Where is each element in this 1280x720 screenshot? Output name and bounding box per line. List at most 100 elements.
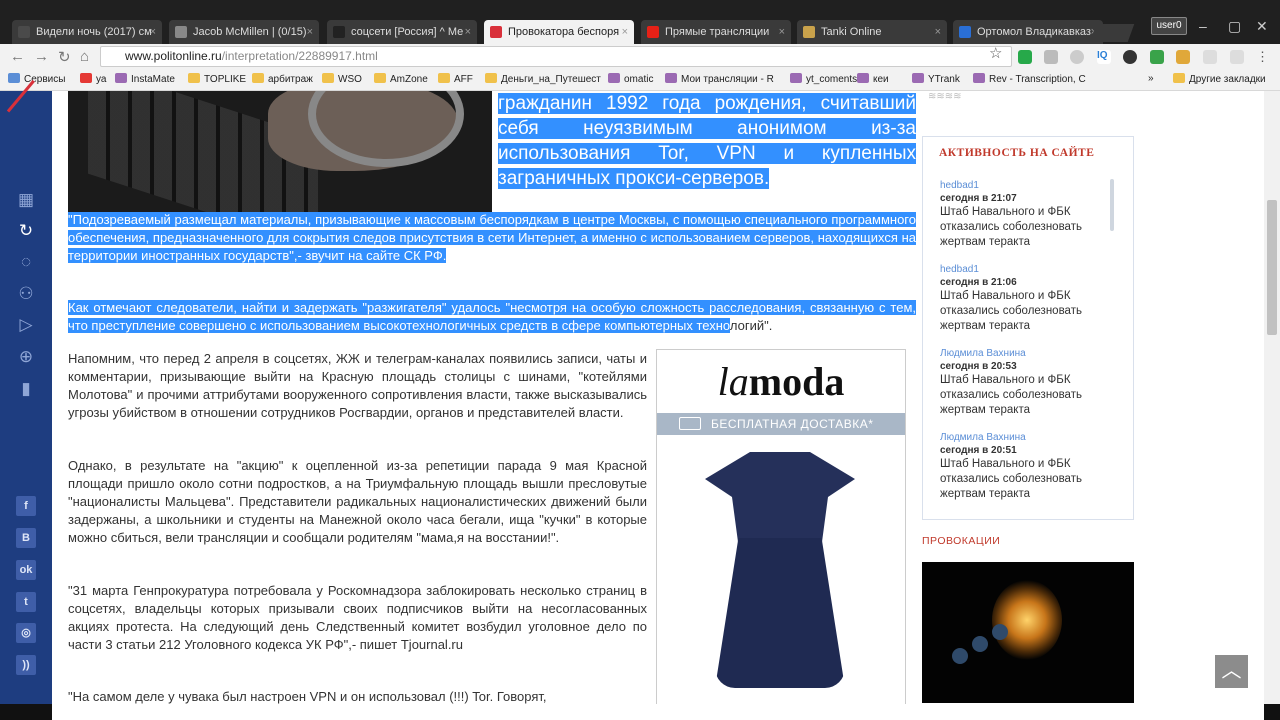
bookmark-favicon-icon xyxy=(912,73,924,83)
dress-image xyxy=(705,452,855,542)
tab-close-icon[interactable]: × xyxy=(779,20,785,44)
tab-favicon-icon xyxy=(175,26,187,38)
tab-close-icon[interactable]: × xyxy=(622,20,628,44)
extension-icon[interactable] xyxy=(1070,50,1084,64)
maximize-icon[interactable]: ▢ xyxy=(1228,18,1241,35)
activity-article-link[interactable]: Штаб Навального и ФБК отказались соболез… xyxy=(940,457,1110,502)
tab-close-icon[interactable]: × xyxy=(465,20,471,44)
bookmark-favicon-icon xyxy=(665,73,677,83)
stats-icon[interactable]: ▮ xyxy=(14,377,38,401)
bookmark-item[interactable]: yt_coments xyxy=(790,73,857,85)
tab-close-icon[interactable]: × xyxy=(150,20,156,44)
quote-rest-text: логий". xyxy=(729,318,773,333)
facebook-icon[interactable]: f xyxy=(16,496,36,516)
close-window-icon[interactable]: ✕ xyxy=(1256,18,1268,35)
bookmark-item[interactable]: кеи xyxy=(857,73,889,85)
browser-tab[interactable]: Tanki Online × xyxy=(797,20,947,44)
bookmark-item[interactable]: Деньги_на_Путешест xyxy=(485,73,601,85)
bookmark-item[interactable]: уа xyxy=(80,73,106,85)
tab-close-icon[interactable]: × xyxy=(935,20,941,44)
reload-icon[interactable]: ↻ xyxy=(58,48,71,66)
activity-article-link[interactable]: Штаб Навального и ФБК отказались соболез… xyxy=(940,289,1110,334)
bookmark-item[interactable]: арбитраж xyxy=(252,73,313,85)
refresh-icon[interactable]: ↻ xyxy=(14,219,38,243)
bookmark-label: WSO xyxy=(338,74,362,85)
play-icon[interactable]: ▷ xyxy=(14,313,38,337)
minimize-icon[interactable]: – xyxy=(1199,18,1207,34)
scroll-to-top-button[interactable]: ︿ xyxy=(1215,655,1248,688)
activity-user-link[interactable]: hedbad1 xyxy=(940,263,1110,276)
quote-text: "Подозреваемый размещал материалы, призы… xyxy=(68,212,916,263)
browser-tab[interactable]: соцсети [Россия] ^ Ме × xyxy=(327,20,477,44)
chat-icon[interactable]: ◌ xyxy=(14,250,38,274)
address-bar[interactable]: www.politonline.ru/interpretation/228899… xyxy=(100,46,1012,67)
instagram-icon[interactable]: ◎ xyxy=(16,623,36,643)
menu-icon[interactable]: ⋮ xyxy=(1256,50,1270,64)
extension-icon[interactable] xyxy=(1176,50,1190,64)
forward-icon[interactable]: → xyxy=(34,48,49,65)
body-paragraph: Напомним, что перед 2 апреля в соцсетях,… xyxy=(68,351,647,420)
bookmark-star-icon[interactable]: ☆ xyxy=(989,44,1002,62)
new-tab-button[interactable] xyxy=(1089,24,1135,42)
bookmark-item[interactable]: AmZone xyxy=(374,73,428,85)
extension-iq-icon[interactable]: IQ xyxy=(1097,50,1111,64)
extension-icon[interactable] xyxy=(1044,50,1058,64)
browser-tab[interactable]: Провокатора беспоря × xyxy=(484,20,634,44)
page-scrollbar-thumb[interactable] xyxy=(1267,200,1277,335)
extension-icon[interactable] xyxy=(1203,50,1217,64)
bookmarks-more-button[interactable]: » xyxy=(1148,73,1154,84)
provocations-section-label[interactable]: ПРОВОКАЦИИ xyxy=(922,535,1000,547)
grid-icon[interactable]: ▦ xyxy=(14,188,38,212)
bookmark-favicon-icon xyxy=(857,73,869,83)
bookmark-item[interactable]: Сервисы xyxy=(8,73,65,85)
user-icon[interactable]: ⚇ xyxy=(14,282,38,306)
profile-button[interactable]: user0 xyxy=(1151,17,1187,35)
tab-title: Ортомол Владикавказ xyxy=(977,26,1091,38)
bookmark-item[interactable]: Мои трансляции - R xyxy=(665,73,774,85)
extension-icon[interactable] xyxy=(1150,50,1164,64)
folder-icon xyxy=(1173,73,1185,83)
vk-icon[interactable]: B xyxy=(16,528,36,548)
bookmark-item[interactable]: Rev - Transcription, C xyxy=(973,73,1086,85)
tab-title: Jacob McMillen | (0/15) xyxy=(193,26,307,38)
activity-user-link[interactable]: hedbad1 xyxy=(940,179,1110,192)
provocations-image[interactable] xyxy=(922,562,1134,703)
activity-scrollbar[interactable] xyxy=(1110,179,1114,231)
bookmark-label: AFF xyxy=(454,74,473,85)
activity-item: hedbad1 сегодня в 21:06 Штаб Навального и … xyxy=(940,263,1110,334)
decor-dot xyxy=(952,648,968,664)
bookmark-item[interactable]: WSO xyxy=(322,73,362,85)
extension-icon[interactable] xyxy=(1123,50,1137,64)
bookmark-item[interactable]: TOPLIKE xyxy=(188,73,246,85)
other-bookmarks-folder[interactable]: Другие закладки xyxy=(1173,73,1266,85)
twitter-icon[interactable]: t xyxy=(16,592,36,612)
browser-tab[interactable]: Прямые трансляции × xyxy=(641,20,791,44)
activity-article-link[interactable]: Штаб Навального и ФБК отказались соболез… xyxy=(940,373,1110,418)
activity-article-link[interactable]: Штаб Навального и ФБК отказались соболез… xyxy=(940,205,1110,250)
browser-tab[interactable]: Ортомол Владикавказ× xyxy=(953,20,1103,44)
extension-icon[interactable] xyxy=(1018,50,1032,64)
home-icon[interactable]: ⌂ xyxy=(80,48,89,65)
activity-item: Людмила Вахнина сегодня в 20:51 Штаб Навал… xyxy=(940,431,1110,502)
rss-icon[interactable]: )) xyxy=(16,655,36,675)
quote-paragraph-2: Как отмечают следователи, найти и задерж… xyxy=(68,299,916,335)
bookmark-item[interactable]: omatic xyxy=(608,73,653,85)
extension-icon[interactable] xyxy=(1230,50,1244,64)
browser-tab[interactable]: Видели ночь (2017) см × xyxy=(12,20,162,44)
tab-favicon-icon xyxy=(647,26,659,38)
page-scrollbar[interactable] xyxy=(1264,91,1280,704)
odnoklassniki-icon[interactable]: ok xyxy=(16,560,36,580)
bookmark-label: AmZone xyxy=(390,74,428,85)
body-paragraph: "31 марта Генпрокуратура потребовала у Р… xyxy=(68,583,647,652)
bookmark-item[interactable]: AFF xyxy=(438,73,473,85)
bookmark-item[interactable]: YTrank xyxy=(912,73,960,85)
activity-user-link[interactable]: Людмила Вахнина xyxy=(940,431,1110,444)
activity-user-link[interactable]: Людмила Вахнина xyxy=(940,347,1110,360)
bookmark-item[interactable]: InstaMate xyxy=(115,73,175,85)
back-icon[interactable]: ← xyxy=(10,48,25,65)
browser-tab[interactable]: Jacob McMillen | (0/15) × xyxy=(169,20,319,44)
lamoda-ad-banner[interactable]: lamoda БЕСПЛАТНАЯ ДОСТАВКА* xyxy=(656,349,906,720)
tab-title: Провокатора беспоря xyxy=(508,26,620,38)
tab-close-icon[interactable]: × xyxy=(307,20,313,44)
target-icon[interactable]: ⊕ xyxy=(14,345,38,369)
